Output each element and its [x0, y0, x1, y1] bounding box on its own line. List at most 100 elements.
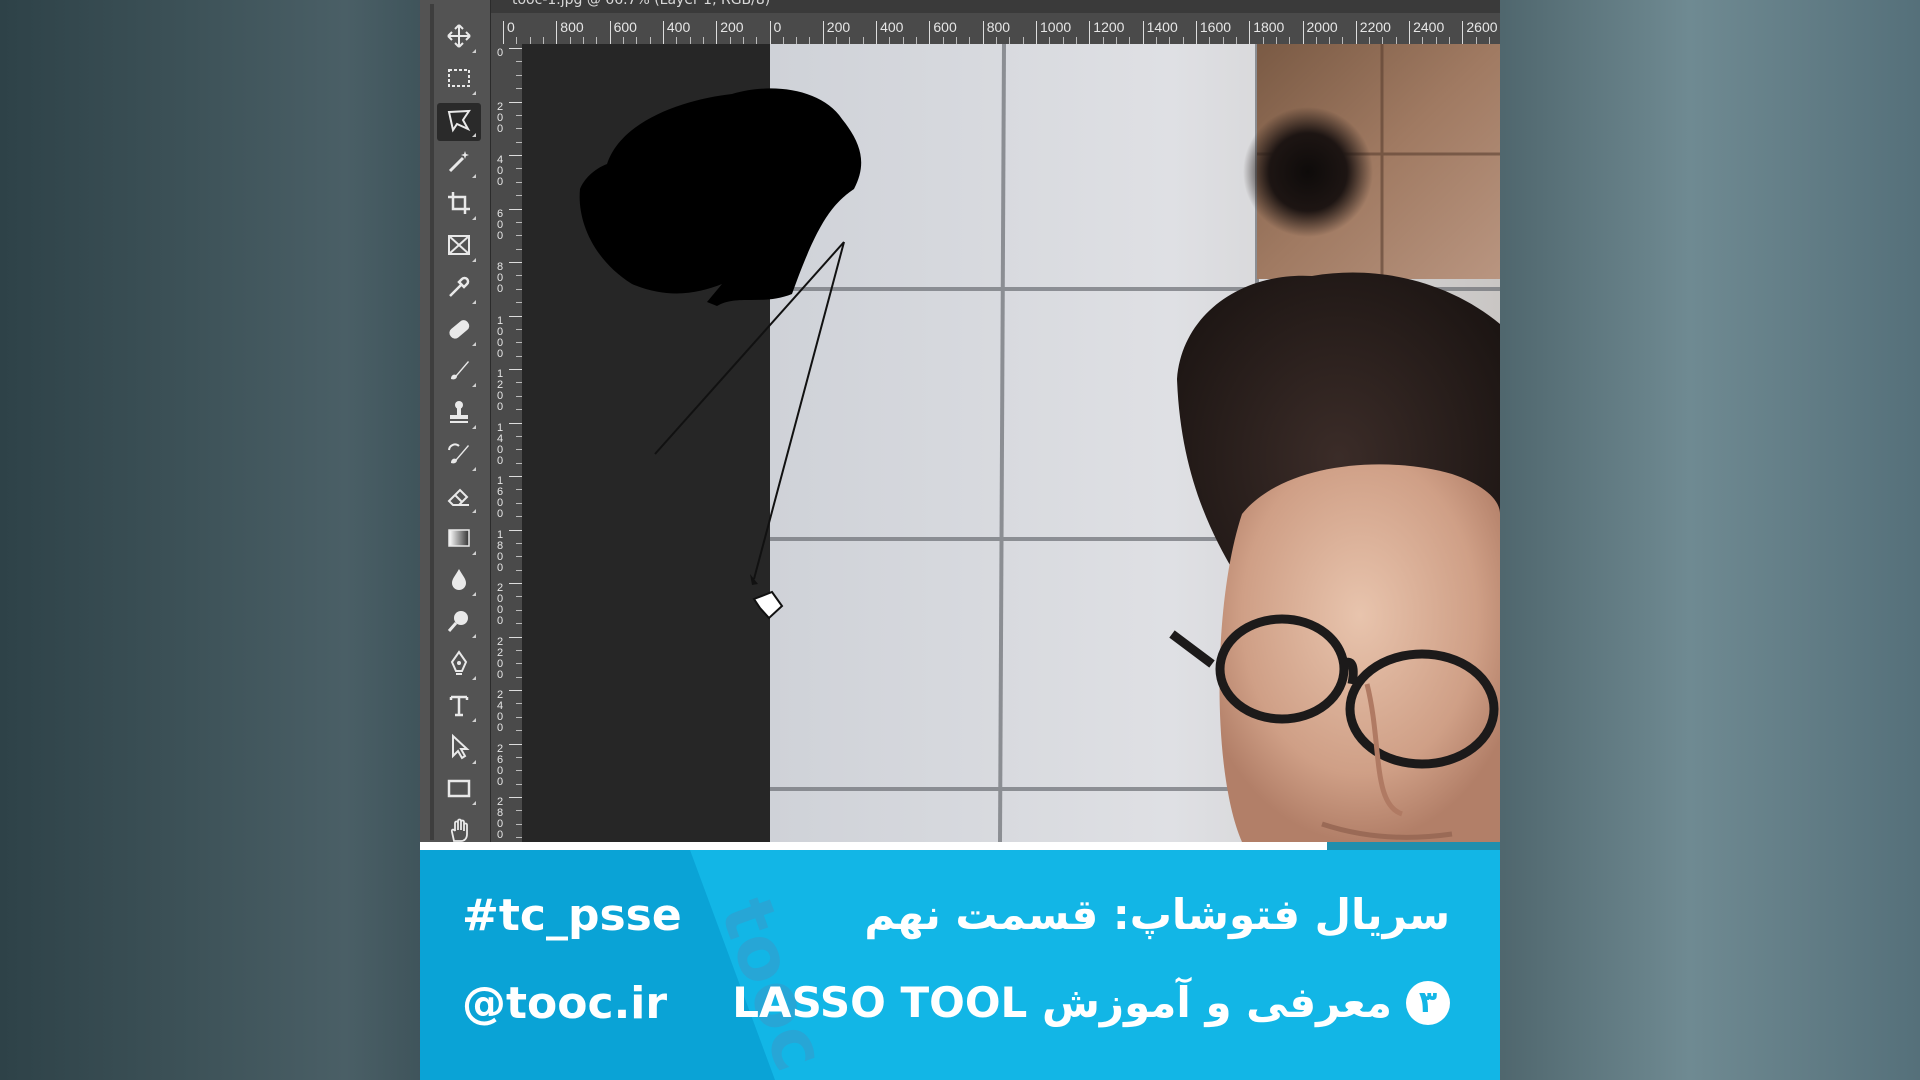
ruler-minor-tick [742, 37, 744, 44]
history-brush-tool[interactable] [437, 437, 481, 475]
rectangular-marquee-tool[interactable] [437, 61, 481, 99]
crop-tool[interactable] [437, 186, 481, 224]
ruler-minor-tick [1329, 37, 1331, 44]
ruler-tick [982, 21, 984, 44]
ruler-tick-label: 2600 [1466, 19, 1498, 35]
tool-flyout-indicator [472, 216, 476, 221]
ruler-tick [822, 21, 824, 44]
tool-flyout-indicator [472, 634, 476, 639]
ruler-tick-label: 600 [613, 19, 637, 35]
clone-stamp-tool[interactable] [437, 395, 481, 433]
ruler-tick [662, 21, 664, 44]
eraser-tool[interactable] [437, 479, 481, 517]
ruler-minor-tick [1102, 37, 1104, 44]
eraser-icon [445, 482, 473, 514]
part-number-badge: ۳ [1406, 980, 1450, 1025]
dodge-tool[interactable] [437, 604, 481, 642]
polygonal-lasso-tool[interactable] [437, 102, 481, 141]
ruler-minor-tick [782, 37, 784, 44]
canvas-area[interactable] [522, 44, 1500, 842]
tool-flyout-indicator [472, 132, 476, 137]
frame-tool[interactable] [437, 228, 481, 266]
tool-flyout-indicator [472, 676, 476, 680]
ruler-tick-label: 1 4 0 0 [496, 421, 504, 467]
ruler-minor-tick [1475, 37, 1477, 44]
ruler-minor-tick [1009, 37, 1011, 44]
ruler-tick-label: 2200 [1359, 19, 1391, 35]
ruler-tick-label: 2 6 0 0 [496, 742, 504, 788]
ruler-minor-tick [1395, 37, 1397, 44]
ruler-tick [1355, 21, 1357, 44]
tool-flyout-indicator [472, 801, 476, 806]
ruler-minor-tick [569, 37, 571, 44]
photo-canvas[interactable] [522, 44, 1500, 842]
ruler-tick [716, 21, 718, 44]
ruler-minor-tick [1115, 37, 1117, 44]
ruler-minor-tick [1422, 37, 1424, 44]
history-brush-icon [445, 440, 473, 472]
tool-flyout-indicator [472, 174, 476, 179]
ruler-tick [509, 743, 522, 745]
ruler-tick-label: 1400 [1146, 19, 1178, 35]
ruler-tick-label: 1000 [1040, 19, 1072, 35]
pen-tool[interactable] [437, 646, 481, 684]
ruler-minor-tick [1449, 37, 1451, 44]
type-tool[interactable] [437, 688, 481, 726]
move-tool[interactable] [437, 19, 481, 57]
ruler-tick-label: 0 [773, 19, 782, 35]
video-progress-bar[interactable] [420, 842, 1500, 850]
ruler-tick [1302, 21, 1304, 44]
tool-flyout-indicator [472, 425, 476, 430]
healing-brush-tool[interactable] [437, 312, 481, 350]
eyedropper-tool[interactable] [437, 270, 481, 308]
ruler-tick [1089, 21, 1091, 44]
ruler-minor-tick [729, 37, 731, 44]
ruler-minor-tick [836, 37, 838, 44]
banner-shape: tooc [420, 850, 843, 1080]
gradient-tool[interactable] [437, 521, 481, 559]
document-tab[interactable]: tooc-1.jpg @ 66.7% (Layer 1, RGB/8) [512, 0, 770, 8]
ruler-tick [1036, 21, 1037, 44]
series-title: سریال فتوشاپ: قسمت نهم [864, 890, 1450, 939]
blur-tool[interactable] [437, 562, 481, 600]
ruler-tick [509, 369, 522, 370]
ruler-minor-tick [1262, 37, 1264, 44]
panel-grip[interactable] [430, 4, 434, 840]
path-selection-tool[interactable] [437, 730, 481, 768]
tool-flyout-indicator [472, 341, 476, 346]
ruler-minor-tick [596, 37, 598, 44]
ruler-minor-tick [649, 37, 651, 44]
caption-banner: tooc #tc_psse @tooc.ir سریال فتوشاپ: قسم… [420, 850, 1500, 1080]
ruler-minor-tick [996, 37, 998, 44]
ruler-tick [1195, 21, 1197, 44]
ruler-minor-tick [676, 37, 678, 44]
ruler-tick-label: 1600 [1199, 19, 1232, 35]
ruler-tick [509, 48, 522, 49]
ruler-minor-tick [849, 37, 851, 44]
ruler-tick-label: 8 0 0 [496, 261, 504, 295]
ruler-tick [1249, 21, 1251, 44]
ruler-tick [556, 21, 558, 44]
vertical-ruler[interactable]: 0 2 0 0 4 0 0 6 0 0 8 0 0 1 0 0 0 1 2 0 0 1 4 0… [491, 44, 523, 842]
horizontal-ruler[interactable]: 0 800 600 400 200 0 200 400 600 800 1000 1200 1400 16… [491, 13, 1500, 45]
brush-tool[interactable] [437, 353, 481, 391]
ruler-minor-tick [1022, 37, 1024, 44]
tool-flyout-indicator [472, 90, 476, 95]
rectangle-tool[interactable] [437, 771, 481, 809]
arrow-icon [445, 733, 473, 765]
ruler-tick-label: 600 [933, 19, 957, 35]
ruler-minor-tick [1129, 37, 1131, 44]
ruler-tick-label: 0 [496, 47, 504, 59]
ruler-minor-tick [689, 37, 691, 44]
ruler-minor-tick [916, 37, 918, 44]
ruler-minor-tick [889, 37, 891, 44]
magic-wand-tool[interactable] [437, 144, 481, 182]
ruler-tick-label: 800 [560, 19, 584, 35]
ruler-tick-label: 1 6 0 0 [496, 475, 504, 520]
ruler-tick-label: 4 0 0 [496, 154, 504, 188]
ruler-tick [509, 583, 522, 584]
ruler-minor-tick [1289, 37, 1291, 44]
ruler-minor-tick [1222, 37, 1224, 44]
ruler-tick-label: 2 4 0 0 [496, 689, 504, 734]
ruler-minor-tick [1342, 37, 1344, 44]
